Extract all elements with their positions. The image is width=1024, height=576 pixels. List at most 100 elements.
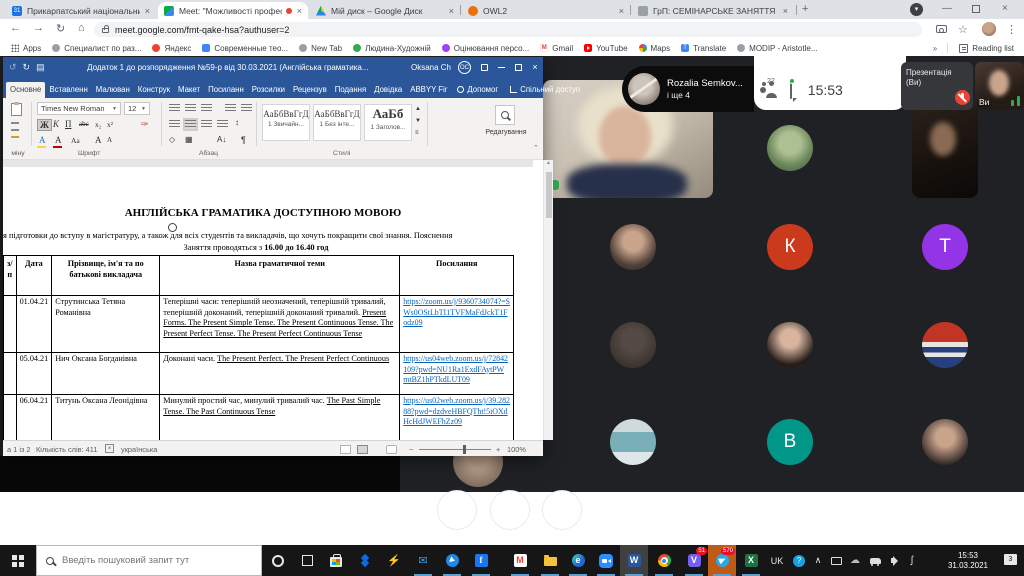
camera-control-button[interactable] [542, 490, 582, 530]
participant-avatar[interactable] [610, 419, 656, 465]
app-button[interactable]: ⚡ [380, 545, 408, 576]
shrink-font-button[interactable]: А [107, 136, 112, 144]
help-button[interactable]: Допомог [451, 85, 504, 98]
browser-tab[interactable]: ГрП: СЕМІНАРСЬКЕ ЗАНЯТТЯ 8× [632, 2, 794, 19]
ribbon-options-icon[interactable] [481, 64, 488, 71]
chrome-button[interactable] [650, 545, 678, 576]
new-tab-button[interactable]: + [802, 3, 808, 15]
zoom-slider[interactable] [419, 449, 491, 450]
store-button[interactable] [322, 545, 350, 576]
telegram-button[interactable]: 570 [708, 545, 736, 576]
shading-icon[interactable]: ◇ [169, 135, 175, 144]
tablet-tray-icon[interactable] [828, 545, 844, 576]
document-scrollbar[interactable]: ▲ [543, 160, 553, 440]
messenger-button[interactable] [438, 545, 466, 576]
ribbon-tab-mailings[interactable]: Розсилки [248, 82, 289, 98]
zoom-level[interactable]: 100% [507, 445, 526, 454]
browser-profile-icon[interactable]: ▾ [910, 3, 923, 16]
numbered-list-icon[interactable] [185, 104, 196, 113]
dropbox-button[interactable] [351, 545, 379, 576]
zoom-button[interactable] [592, 545, 620, 576]
bookmark-star-icon[interactable]: ☆ [958, 23, 968, 36]
task-view-button[interactable] [293, 545, 321, 576]
bookmark-translate[interactable]: TTranslate [681, 44, 726, 53]
bookmark-gmail[interactable]: MGmail [540, 44, 573, 53]
participant-video[interactable] [912, 104, 978, 198]
scrollbar-thumb[interactable] [546, 172, 552, 218]
tab-close-icon[interactable]: × [619, 6, 624, 16]
align-right-icon[interactable] [201, 120, 212, 129]
zoom-slider-thumb[interactable] [463, 445, 466, 454]
format-painter-icon[interactable] [11, 136, 19, 138]
tray-expand-button[interactable]: ∧ [810, 545, 826, 576]
ribbon-tab-view[interactable]: Подання [331, 82, 371, 98]
align-center-icon[interactable] [185, 120, 196, 129]
chat-button[interactable] [790, 81, 792, 99]
participant-avatar[interactable] [767, 322, 813, 368]
language-indicator[interactable]: українська [121, 445, 157, 454]
browser-tab[interactable]: OWL2× [462, 2, 630, 19]
style-heading1[interactable]: АаБб1 Заголов... [364, 104, 412, 141]
justify-icon[interactable] [217, 120, 228, 129]
bold-button[interactable]: Ж [37, 119, 52, 131]
highlight-color-button[interactable]: А [39, 135, 46, 145]
minimize-button[interactable] [498, 67, 505, 68]
browser-minimize-button[interactable]: — [942, 4, 952, 14]
web-layout-icon[interactable] [386, 445, 397, 454]
volume-tray-icon[interactable] [886, 545, 904, 576]
collapse-ribbon-icon[interactable]: ⌃ [533, 144, 539, 152]
grow-font-button[interactable]: А [95, 135, 102, 145]
bookmark-item[interactable]: New Tab [299, 44, 342, 53]
forward-icon[interactable]: → [33, 22, 44, 34]
notification-center-button[interactable]: 3 [1004, 554, 1017, 565]
share-button[interactable]: Спільний доступ [504, 85, 586, 98]
bookmark-item[interactable]: Специалист по раз... [52, 44, 141, 53]
zoom-link[interactable]: https://us02web.zoom.us/j/39.28288?pwd=d… [403, 396, 510, 426]
styles-scroll-up[interactable]: ▲ [415, 106, 421, 112]
save-icon[interactable]: ▤ [36, 62, 45, 73]
back-icon[interactable]: ← [10, 22, 21, 34]
mail-button[interactable]: ✉ [409, 545, 437, 576]
page-indicator[interactable]: а 1 із 2 [7, 445, 31, 454]
bookmark-item[interactable]: Оцінювання персо... [442, 44, 529, 53]
reading-list-button[interactable]: Reading list [959, 44, 1014, 53]
tab-camera-icon[interactable] [936, 25, 947, 33]
subscript-button[interactable]: x₂ [95, 120, 101, 129]
device-tray-icon[interactable] [866, 545, 884, 576]
browser-tab-active[interactable]: Meet: "Можливості профес× [158, 2, 308, 19]
ribbon-tab-draw[interactable]: Малюван [92, 82, 134, 98]
ribbon-tab-review[interactable]: Рецензув [289, 82, 331, 98]
presenter-name-pill[interactable]: Rozalia Semkov... і ще 4 [622, 66, 754, 112]
word-titlebar[interactable]: ↺ ↻ ▤ Додаток 1 до розпорядження №59-р в… [3, 57, 543, 77]
participant-avatar[interactable] [922, 322, 968, 368]
browser-tab[interactable]: 31 Прикарпатський національний× [6, 2, 156, 19]
search-input[interactable] [62, 555, 242, 566]
browser-menu-icon[interactable]: ⋮ [1006, 23, 1017, 36]
edge-button[interactable]: e [564, 545, 592, 576]
start-button[interactable] [0, 545, 36, 576]
print-layout-icon[interactable] [357, 445, 368, 454]
align-left-icon[interactable] [169, 120, 180, 129]
line-spacing-icon[interactable]: ↕ [235, 118, 239, 127]
participant-avatar[interactable] [610, 322, 656, 368]
presentation-tile[interactable]: Презентація (Ви) [901, 62, 973, 110]
spellcheck-icon[interactable]: × [105, 444, 114, 453]
ribbon-tab-references[interactable]: Посиланн [204, 82, 248, 98]
outdent-icon[interactable] [241, 104, 252, 113]
multilevel-list-icon[interactable] [201, 104, 212, 113]
maximize-button[interactable] [515, 64, 522, 71]
pilcrow-icon[interactable]: ¶ [241, 135, 246, 145]
facebook-button[interactable]: f [467, 545, 495, 576]
bookmark-apps[interactable]: Apps [11, 44, 41, 53]
explorer-button[interactable] [536, 545, 564, 576]
redo-icon[interactable]: ↻ [23, 62, 31, 73]
font-name-select[interactable]: Times New Roman▼ [37, 102, 121, 115]
participant-initial-tile[interactable]: К [767, 224, 813, 270]
account-avatar[interactable]: ОС [458, 61, 471, 74]
bookmark-youtube[interactable]: YouTube [584, 44, 627, 53]
onedrive-tray-icon[interactable]: ☁ [846, 545, 864, 576]
editing-label[interactable]: Редагування [481, 129, 531, 136]
help-tray-button[interactable]: ? [791, 545, 807, 576]
styles-scroll-down[interactable]: ▼ [415, 118, 421, 124]
reload-icon[interactable]: ↻ [56, 22, 65, 35]
